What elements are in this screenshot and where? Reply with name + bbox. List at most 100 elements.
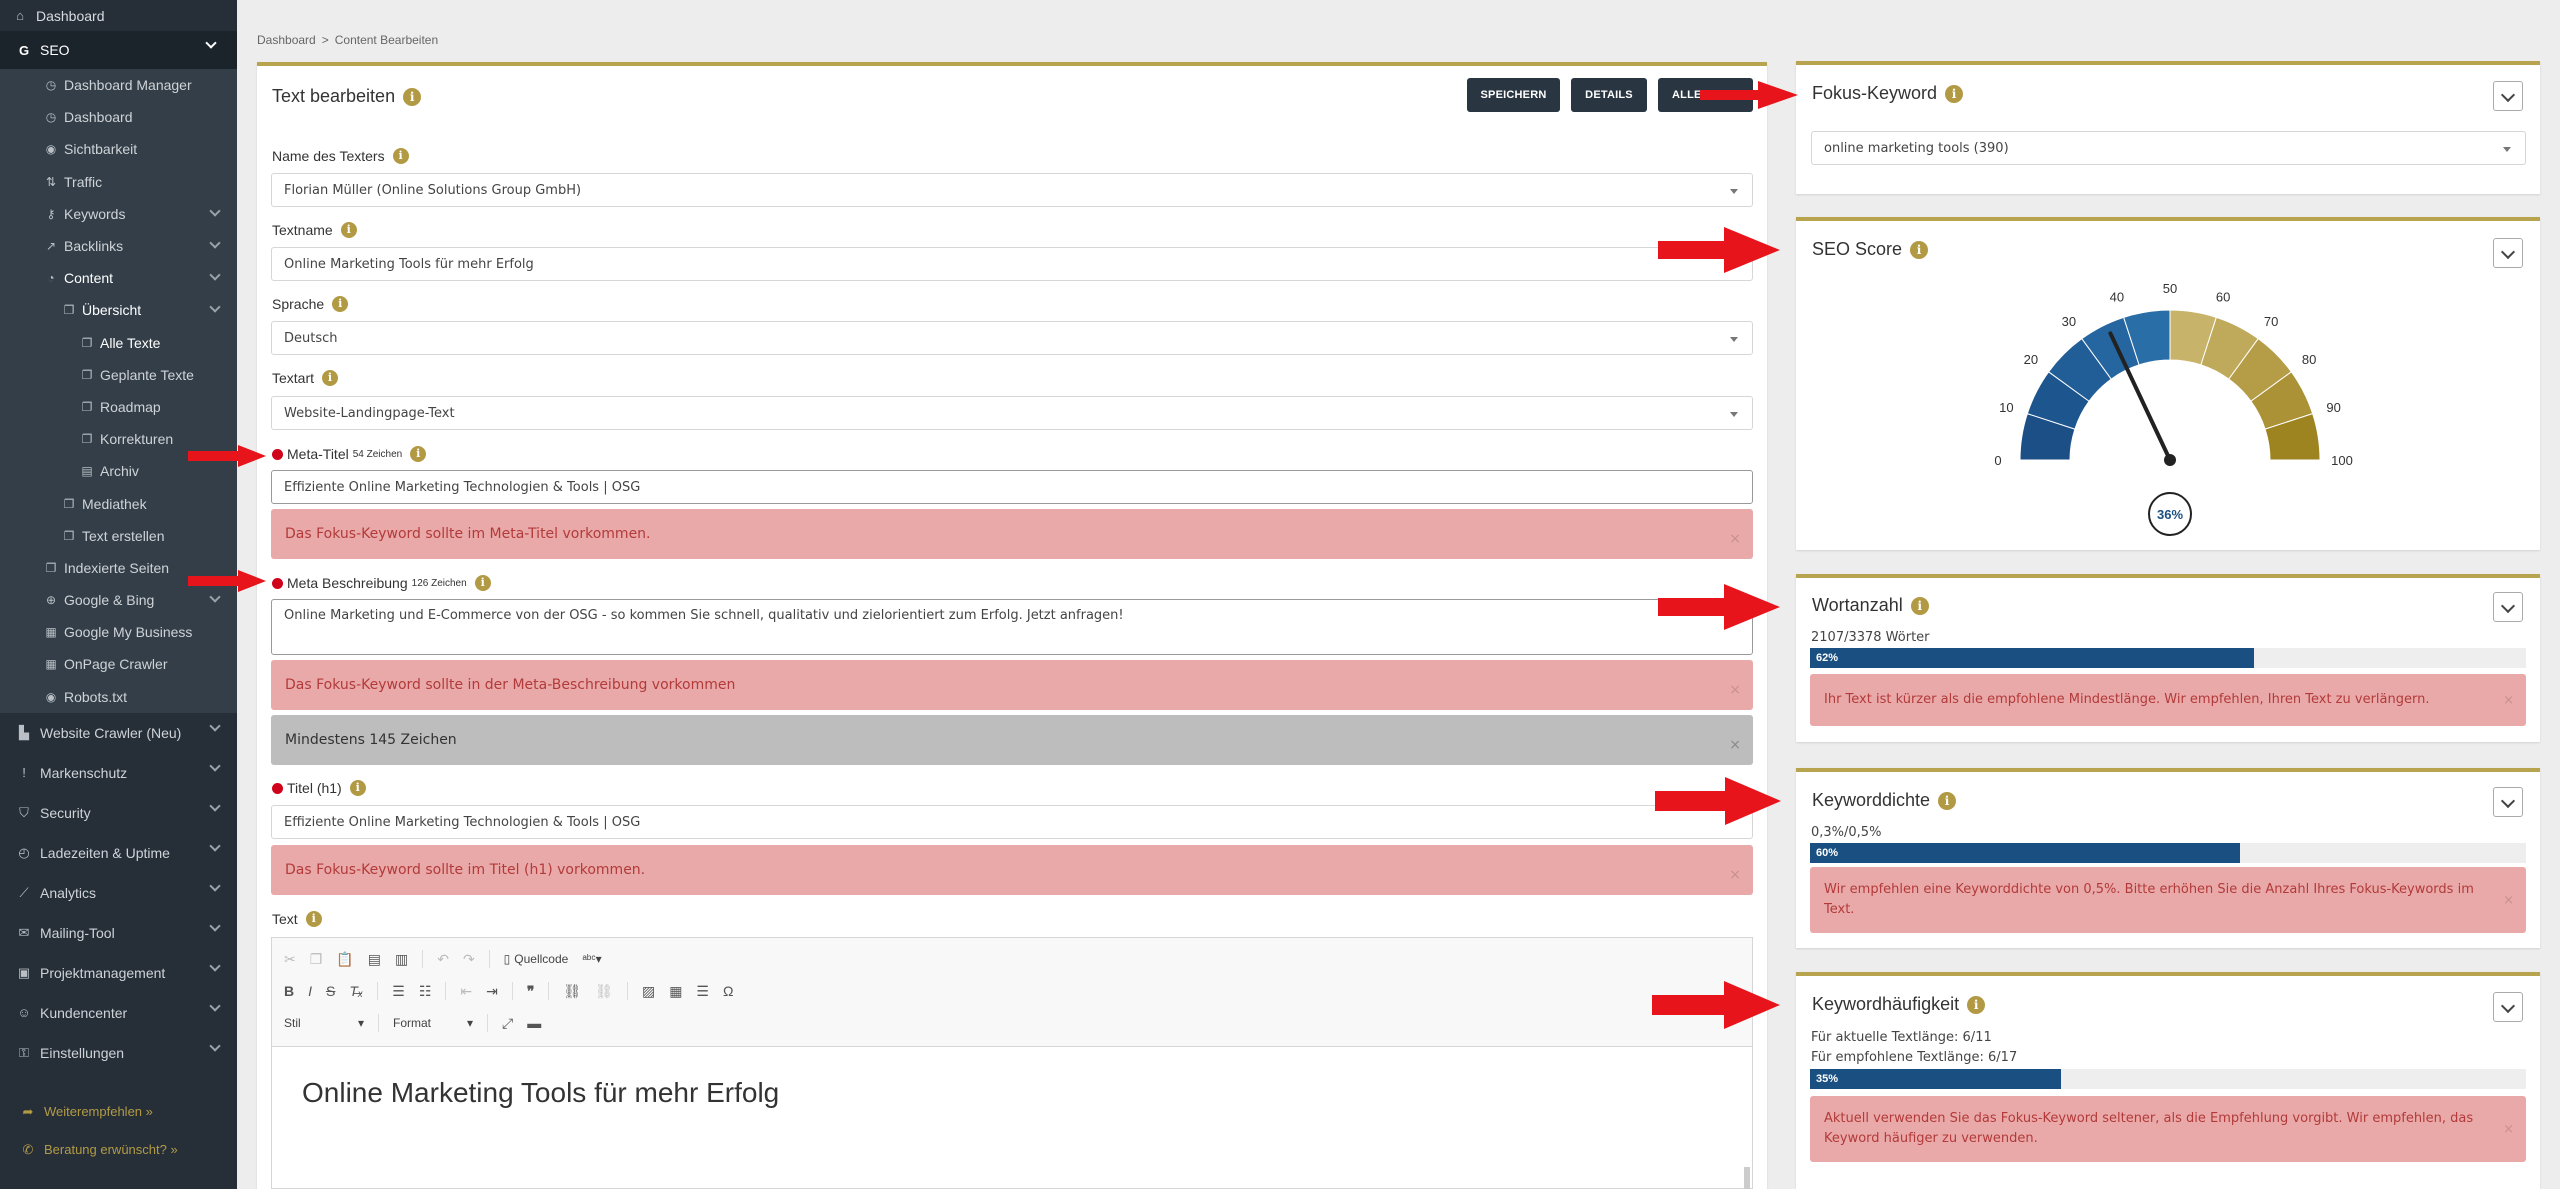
sidebar-item-einstellungen[interactable]: ⚿ Einstellungen	[0, 1033, 237, 1073]
keyword-density-collapse-button[interactable]	[2493, 787, 2523, 817]
indent-icon[interactable]: ⇥	[486, 983, 498, 1000]
sidebar-item-text-erstellen[interactable]: ❐ Text erstellen	[0, 519, 237, 552]
close-icon[interactable]: ×	[2503, 691, 2514, 711]
h1-input[interactable]: Effiziente Online Marketing Technologien…	[271, 805, 1753, 839]
sidebar-item-markenschutz[interactable]: ! Markenschutz	[0, 753, 237, 793]
paste-icon[interactable]: 📋	[336, 951, 353, 968]
sidebar-item-roadmap[interactable]: ❐ Roadmap	[0, 390, 237, 424]
bulleted-list-icon[interactable]: ☷	[419, 983, 432, 1000]
sidebar-item-google-my-business[interactable]: ▦ Google My Business	[0, 616, 237, 649]
meta-desc-textarea[interactable]: Online Marketing und E-Commerce von der …	[271, 599, 1753, 655]
sidebar-item-keywords[interactable]: ⚷ Keywords	[0, 197, 237, 230]
sidebar-item-traffic[interactable]: ⇅ Traffic	[0, 165, 237, 198]
editor-scrollbar[interactable]	[1744, 1167, 1750, 1189]
sidebar-item-mediathek[interactable]: ❐ Mediathek	[0, 487, 237, 520]
spellcheck-button[interactable]: ᵃᵇᶜ▾	[582, 952, 601, 966]
style-dropdown[interactable]: Stil ▾	[284, 1016, 364, 1030]
focus-keyword-select[interactable]: online marketing tools (390)	[1811, 131, 2526, 165]
textname-input[interactable]: Online Marketing Tools für mehr Erfolg	[271, 247, 1753, 281]
sidebar-item-ladezeiten[interactable]: ◴ Ladezeiten & Uptime	[0, 833, 237, 873]
sidebar-item-seo[interactable]: G SEO	[0, 31, 237, 69]
sidebar-item-backlinks[interactable]: ↗ Backlinks	[0, 229, 237, 263]
sidebar-item-onpage-crawler[interactable]: ▦ OnPage Crawler	[0, 648, 237, 681]
sidebar-item-security[interactable]: ⛉ Security	[0, 793, 237, 833]
sidebar-item-dashboard-manager[interactable]: ◷ Dashboard Manager	[0, 69, 237, 102]
focus-keyword-collapse-button[interactable]	[2493, 81, 2523, 111]
meta-desc-alert: Das Fokus-Keyword sollte in der Meta-Bes…	[271, 660, 1753, 710]
format-dropdown[interactable]: Format ▾	[393, 1016, 473, 1030]
sidebar-item-weiterempfehlen[interactable]: ➦ Weiterempfehlen »	[0, 1093, 237, 1131]
sidebar-item-robots[interactable]: ◉ Robots.txt	[0, 680, 237, 713]
close-icon[interactable]: ×	[1729, 737, 1741, 753]
breadcrumb-home[interactable]: Dashboard	[257, 33, 316, 47]
close-icon[interactable]: ×	[1729, 531, 1741, 547]
texter-select[interactable]: Florian Müller (Online Solutions Group G…	[271, 173, 1753, 207]
info-icon[interactable]: i	[340, 222, 357, 238]
sidebar-item-website-crawler[interactable]: ▙ Website Crawler (Neu)	[0, 713, 237, 753]
sidebar-item-beratung[interactable]: ✆ Beratung erwünscht? »	[0, 1131, 237, 1169]
redo-icon[interactable]: ↷	[463, 951, 475, 968]
info-icon[interactable]: i	[349, 780, 366, 796]
sidebar-item-analytics[interactable]: ⟋ Analytics	[0, 873, 237, 913]
keyword-frequency-collapse-button[interactable]	[2493, 992, 2523, 1022]
bold-icon[interactable]: B	[284, 983, 294, 999]
sidebar-item-kundencenter[interactable]: ☺ Kundencenter	[0, 993, 237, 1033]
info-icon[interactable]: i	[1967, 995, 1986, 1014]
show-blocks-icon[interactable]: ▬	[527, 1015, 541, 1031]
undo-icon[interactable]: ↶	[437, 951, 449, 968]
sidebar-item-geplante-texte[interactable]: ❐ Geplante Texte	[0, 358, 237, 391]
horizontal-rule-icon[interactable]: ☰	[696, 983, 709, 1000]
sprache-select[interactable]: Deutsch	[271, 321, 1753, 355]
copy-icon[interactable]: ❐	[310, 951, 323, 968]
image-icon[interactable]: ▨	[642, 983, 655, 1000]
info-icon[interactable]: i	[392, 148, 409, 164]
close-icon[interactable]: ×	[1729, 682, 1741, 698]
info-icon[interactable]: i	[1910, 240, 1929, 259]
sidebar-item-mailing[interactable]: ✉ Mailing-Tool	[0, 913, 237, 953]
info-icon[interactable]: i	[410, 446, 427, 462]
close-icon[interactable]: ×	[1729, 867, 1741, 883]
keyword-frequency-alert: Aktuell verwenden Sie das Fokus-Keyword …	[1810, 1096, 2526, 1162]
cut-icon[interactable]: ✂	[284, 951, 296, 968]
editor-content-area[interactable]: Online Marketing Tools für mehr Erfolg	[272, 1046, 1752, 1189]
numbered-list-icon[interactable]: ☰	[392, 983, 405, 1000]
remove-format-icon[interactable]: T̶ₓ	[349, 983, 363, 999]
info-icon[interactable]: i	[322, 370, 339, 386]
sidebar-item-dashboard[interactable]: ⌂ Dashboard	[0, 0, 237, 31]
details-button[interactable]: DETAILS	[1571, 78, 1647, 112]
maximize-icon[interactable]: ⤢	[502, 1015, 513, 1032]
close-icon[interactable]: ×	[2503, 891, 2514, 911]
close-icon[interactable]: ×	[2503, 1120, 2514, 1140]
outdent-icon[interactable]: ⇤	[460, 983, 472, 1000]
info-icon[interactable]: i	[474, 575, 491, 591]
paste-text-icon[interactable]: ▤	[368, 951, 381, 968]
italic-icon[interactable]: I	[308, 983, 312, 999]
link-icon[interactable]: ⛓	[563, 983, 581, 1000]
meta-title-input[interactable]: Effiziente Online Marketing Technologien…	[271, 470, 1753, 504]
blockquote-icon[interactable]: ❞	[527, 983, 535, 1000]
source-button[interactable]: ▯ Quellcode	[504, 952, 569, 966]
info-icon[interactable]: i	[403, 87, 422, 106]
save-button[interactable]: SPEICHERN	[1467, 78, 1560, 112]
seo-score-collapse-button[interactable]	[2493, 238, 2523, 268]
unlink-icon[interactable]: ⛓	[595, 983, 613, 1000]
info-icon[interactable]: i	[305, 911, 322, 927]
info-icon[interactable]: i	[332, 296, 349, 312]
table-icon[interactable]: ▦	[669, 983, 682, 1000]
textart-select[interactable]: Website-Landingpage-Text	[271, 396, 1753, 430]
sidebar-item-sichtbarkeit[interactable]: ◉ Sichtbarkeit	[0, 133, 237, 166]
chat-icon: ✆	[22, 1141, 34, 1157]
sidebar-item-seo-dashboard[interactable]: ◷ Dashboard	[0, 101, 237, 134]
special-char-icon[interactable]: Ω	[723, 983, 733, 999]
strikethrough-icon[interactable]: S	[326, 983, 335, 999]
sidebar-item-uebersicht[interactable]: ❐ Übersicht	[0, 294, 237, 327]
info-icon[interactable]: i	[1938, 791, 1957, 810]
annotation-arrow	[1658, 584, 1780, 630]
sidebar-item-projektmanagement[interactable]: ▣ Projektmanagement	[0, 953, 237, 993]
sidebar-item-content[interactable]: ◔ Content	[0, 262, 237, 295]
word-count-collapse-button[interactable]	[2493, 592, 2523, 622]
sidebar-item-alle-texte[interactable]: ❐ Alle Texte	[0, 326, 237, 359]
paste-word-icon[interactable]: ▥	[395, 951, 408, 968]
info-icon[interactable]: i	[1910, 596, 1929, 615]
info-icon[interactable]: i	[1945, 84, 1964, 103]
